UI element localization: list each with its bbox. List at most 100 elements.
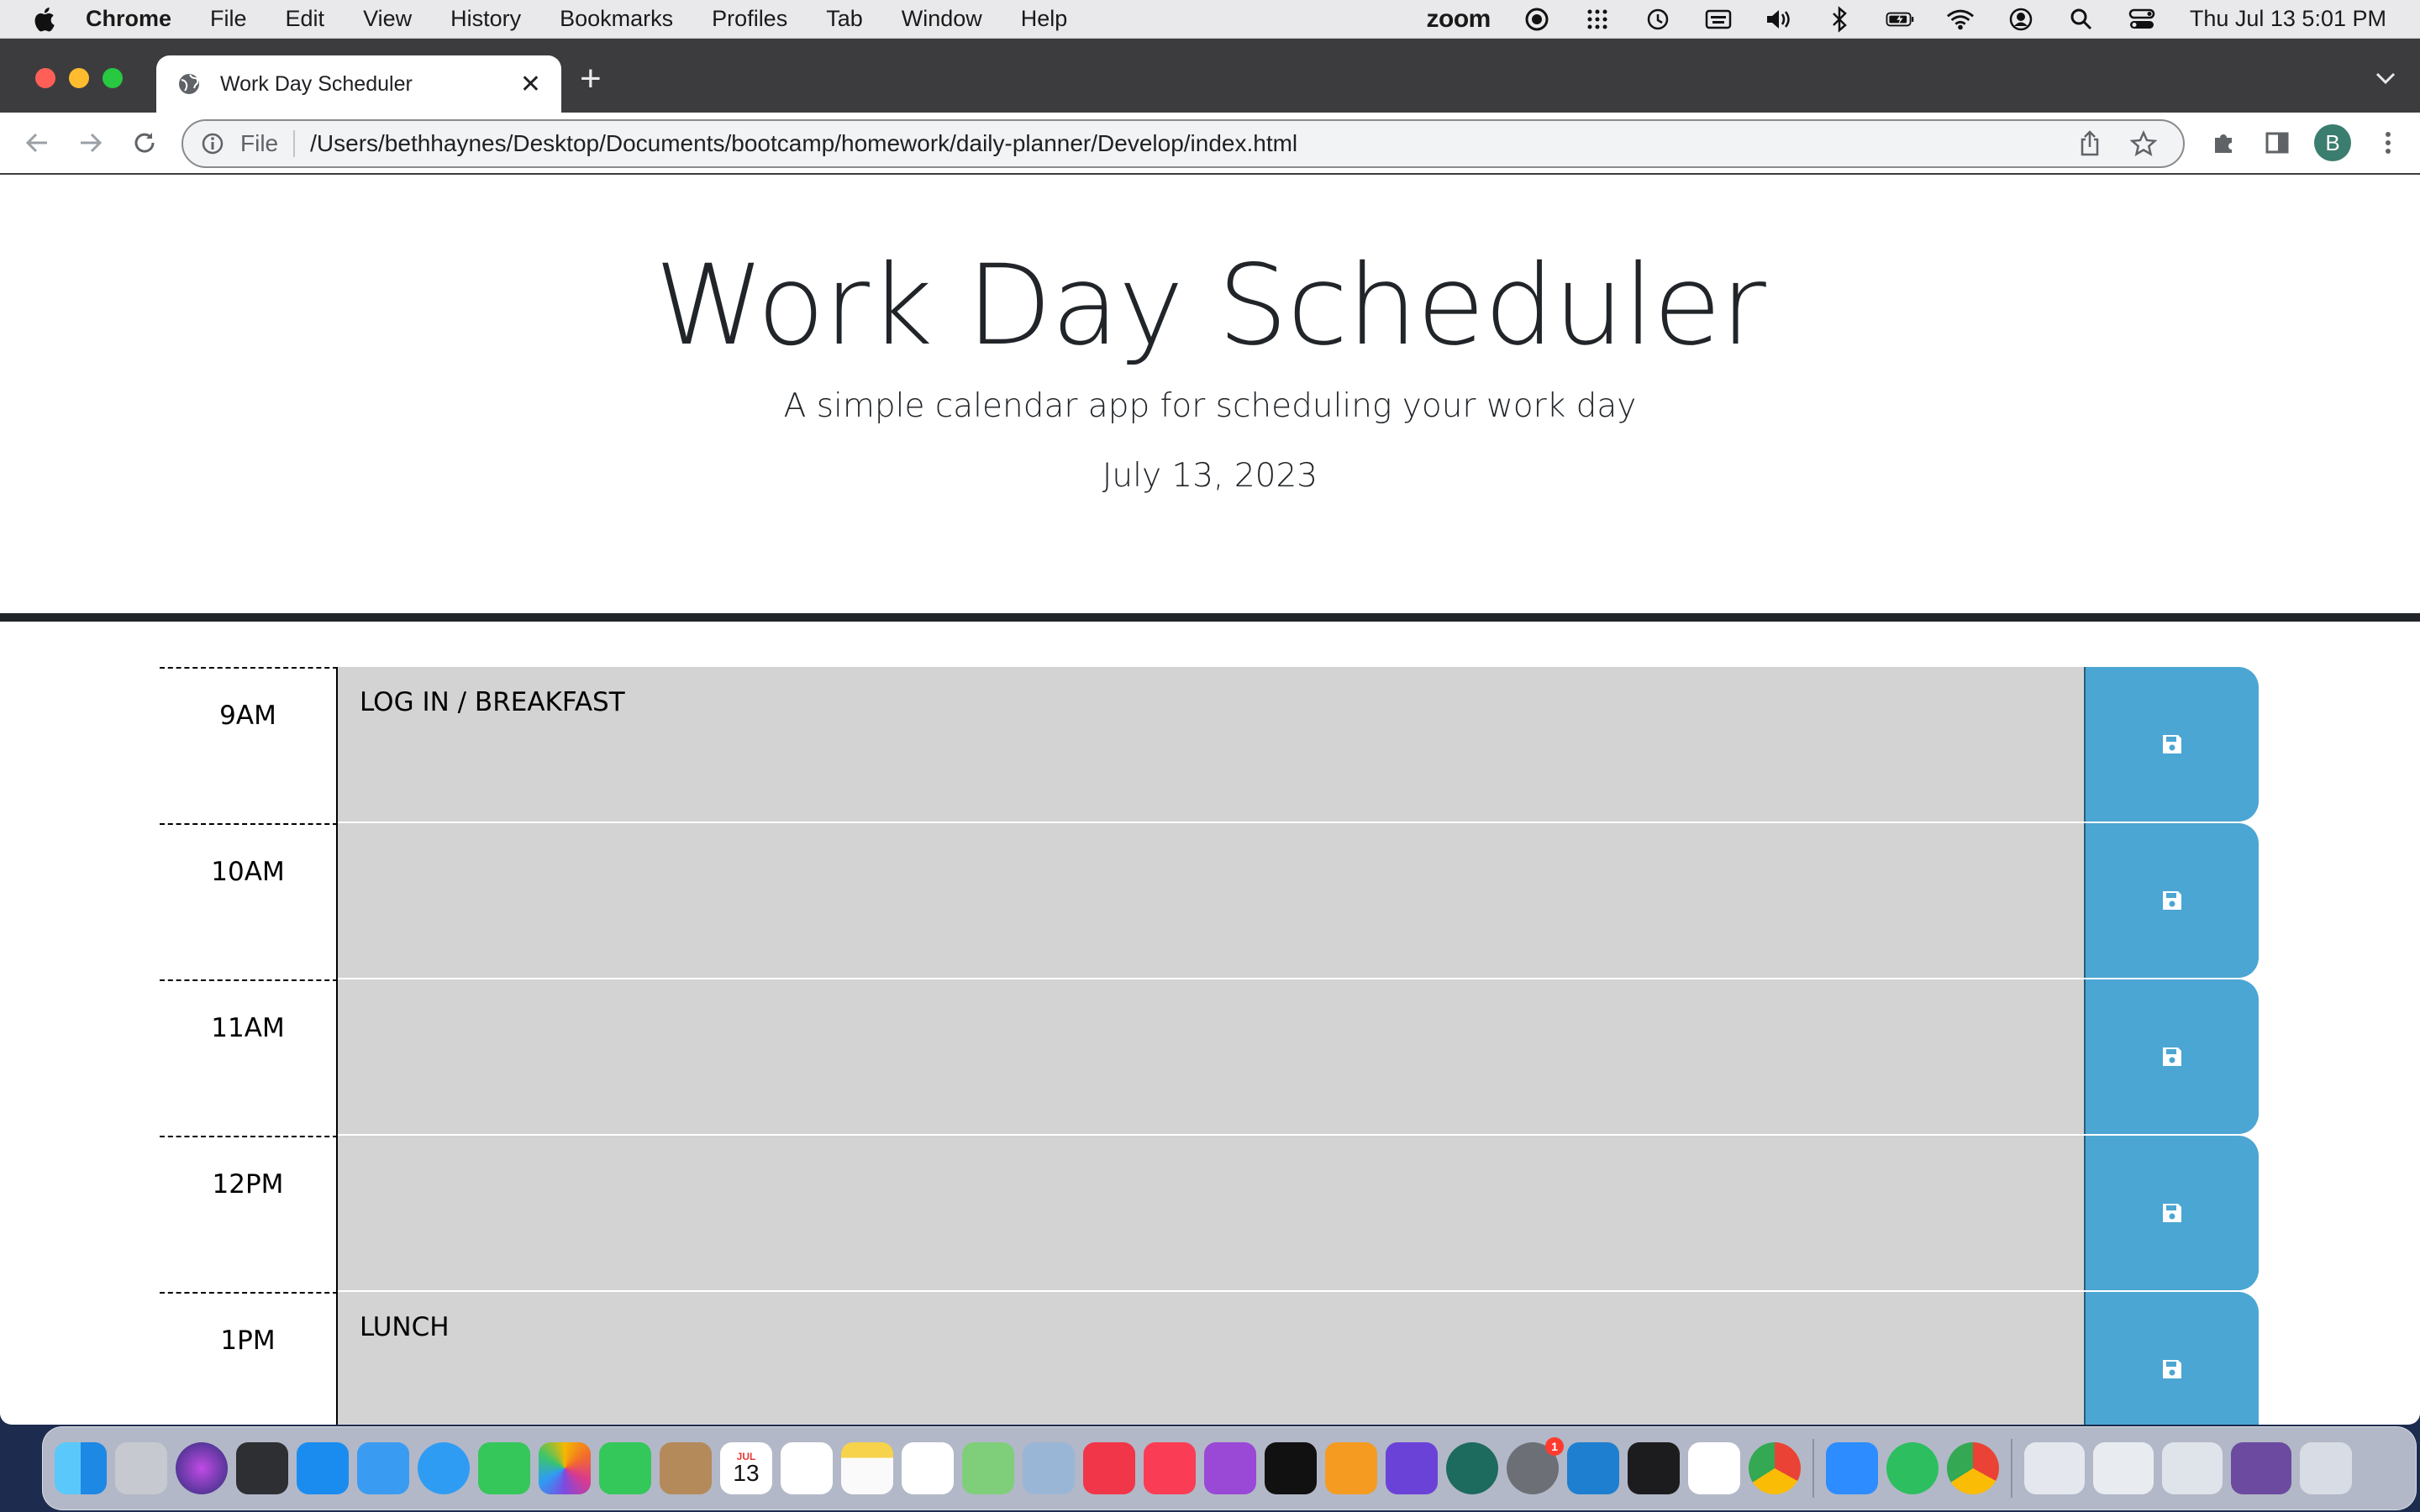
apple-tv-icon[interactable] (1265, 1442, 1317, 1494)
photos-icon[interactable] (539, 1442, 591, 1494)
save-button[interactable] (2084, 823, 2259, 978)
menu-edit[interactable]: Edit (286, 6, 325, 32)
tab-title: Work Day Scheduler (220, 71, 413, 96)
new-tab-button[interactable]: + (580, 60, 602, 97)
zoom-status-label[interactable]: zoom (1427, 5, 1491, 34)
tab-search-chevron-icon[interactable] (2375, 71, 2396, 86)
notification-badge: 1 (1545, 1437, 1564, 1456)
site-info-icon[interactable] (200, 131, 225, 156)
news-icon[interactable] (1083, 1442, 1135, 1494)
menu-profiles[interactable]: Profiles (712, 6, 787, 32)
save-button[interactable] (2084, 1136, 2259, 1290)
share-icon[interactable] (2075, 129, 2104, 158)
apple-icon[interactable] (32, 6, 55, 33)
contacts-icon[interactable] (660, 1442, 712, 1494)
books-icon[interactable] (1325, 1442, 1377, 1494)
maximize-window-button[interactable] (103, 68, 123, 88)
imovie-icon[interactable] (1386, 1442, 1438, 1494)
menubar-clock[interactable]: Thu Jul 13 5:01 PM (2190, 6, 2386, 32)
control-center-icon[interactable] (2128, 5, 2156, 34)
active-tab[interactable]: Work Day Scheduler ✕ (156, 55, 561, 113)
recording-status-icon[interactable] (1523, 5, 1551, 34)
description-textarea[interactable]: LOG IN / BREAKFAST (338, 667, 2084, 823)
volume-icon[interactable] (1765, 5, 1793, 34)
save-button[interactable] (2084, 979, 2259, 1134)
save-button[interactable] (2084, 1292, 2259, 1425)
trash-icon[interactable] (2300, 1442, 2352, 1494)
profile-avatar[interactable]: B (2314, 124, 2351, 161)
siri-icon[interactable] (176, 1442, 228, 1494)
safari-icon[interactable] (418, 1442, 470, 1494)
window-thumbnail[interactable] (2162, 1442, 2223, 1494)
wifi-icon[interactable] (1946, 5, 1975, 34)
music-icon[interactable] (1144, 1442, 1196, 1494)
mission-control-icon[interactable] (236, 1442, 288, 1494)
reminders-icon[interactable] (781, 1442, 833, 1494)
bookmark-star-icon[interactable] (2129, 129, 2158, 158)
time-block-row: 11AM (160, 979, 2259, 1136)
save-button[interactable] (2084, 667, 2259, 822)
window-controls (35, 68, 136, 88)
extensions-puzzle-icon[interactable] (2207, 126, 2240, 160)
keyboard-icon[interactable] (1704, 5, 1733, 34)
finder-icon[interactable] (55, 1442, 107, 1494)
zoom-app-icon[interactable] (1826, 1442, 1878, 1494)
user-account-icon[interactable] (2007, 5, 2035, 34)
back-arrow-icon[interactable] (20, 126, 54, 160)
time-block-list: 9AM LOG IN / BREAKFAST 10AM 11AM 12PM 1P… (160, 667, 2259, 1425)
app-store-icon[interactable] (297, 1442, 349, 1494)
forward-arrow-icon[interactable] (74, 126, 108, 160)
menu-tab[interactable]: Tab (826, 6, 863, 32)
bluetooth-icon[interactable] (1825, 5, 1854, 34)
save-floppy-icon (2163, 735, 2181, 753)
spotlight-search-icon[interactable] (2067, 5, 2096, 34)
description-textarea[interactable] (338, 1136, 2084, 1292)
side-panel-icon[interactable] (2260, 126, 2294, 160)
notes-icon[interactable] (841, 1442, 893, 1494)
maps-icon[interactable] (962, 1442, 1014, 1494)
chrome-profile-icon[interactable] (1947, 1442, 1999, 1494)
launchpad-icon[interactable] (115, 1442, 167, 1494)
mail-icon[interactable] (357, 1442, 409, 1494)
calendar-icon[interactable]: JUL 13 (720, 1442, 772, 1494)
podcasts-icon[interactable] (1204, 1442, 1256, 1494)
address-url[interactable]: /Users/bethhaynes/Desktop/Documents/boot… (310, 130, 2075, 157)
grid-dots-icon[interactable] (1583, 5, 1612, 34)
minimize-window-button[interactable] (69, 68, 89, 88)
menu-view[interactable]: View (363, 6, 412, 32)
battery-icon[interactable] (1886, 5, 1914, 34)
reload-icon[interactable] (128, 126, 161, 160)
time-block-row: 1PM LUNCH (160, 1292, 2259, 1425)
time-machine-app-icon[interactable] (1446, 1442, 1498, 1494)
window-thumbnail[interactable] (2231, 1442, 2291, 1494)
terminal-icon[interactable] (1628, 1442, 1680, 1494)
window-thumbnail[interactable] (2093, 1442, 2154, 1494)
system-preferences-icon[interactable]: 1 (1507, 1437, 1564, 1494)
page-header: Work Day Scheduler A simple calendar app… (0, 175, 2420, 622)
menu-app-name[interactable]: Chrome (86, 6, 171, 32)
time-machine-icon[interactable] (1644, 5, 1672, 34)
description-textarea[interactable]: LUNCH (338, 1292, 2084, 1425)
facetime-icon[interactable] (599, 1442, 651, 1494)
menu-help[interactable]: Help (1021, 6, 1068, 32)
menu-window[interactable]: Window (902, 6, 982, 32)
preview-icon[interactable] (1023, 1442, 1075, 1494)
menu-file[interactable]: File (210, 6, 247, 32)
close-window-button[interactable] (35, 68, 55, 88)
freeform-icon[interactable] (902, 1442, 954, 1494)
close-tab-icon[interactable]: ✕ (520, 70, 541, 99)
vscode-icon[interactable] (1567, 1442, 1619, 1494)
messages-icon[interactable] (478, 1442, 530, 1494)
window-thumbnail[interactable] (2024, 1442, 2085, 1494)
description-textarea[interactable] (338, 979, 2084, 1136)
description-textarea[interactable] (338, 823, 2084, 979)
menu-history[interactable]: History (450, 6, 521, 32)
evernote-icon[interactable] (1886, 1442, 1939, 1494)
menu-bookmarks[interactable]: Bookmarks (560, 6, 673, 32)
chrome-icon[interactable] (1749, 1442, 1801, 1494)
kebab-menu-icon[interactable] (2371, 126, 2405, 160)
macos-menu-bar: Chrome File Edit View History Bookmarks … (0, 0, 2420, 39)
desktop-background: JUL 13 1 (0, 1425, 2420, 1512)
address-bar[interactable]: File /Users/bethhaynes/Desktop/Documents… (182, 119, 2185, 168)
slack-icon[interactable] (1688, 1442, 1740, 1494)
